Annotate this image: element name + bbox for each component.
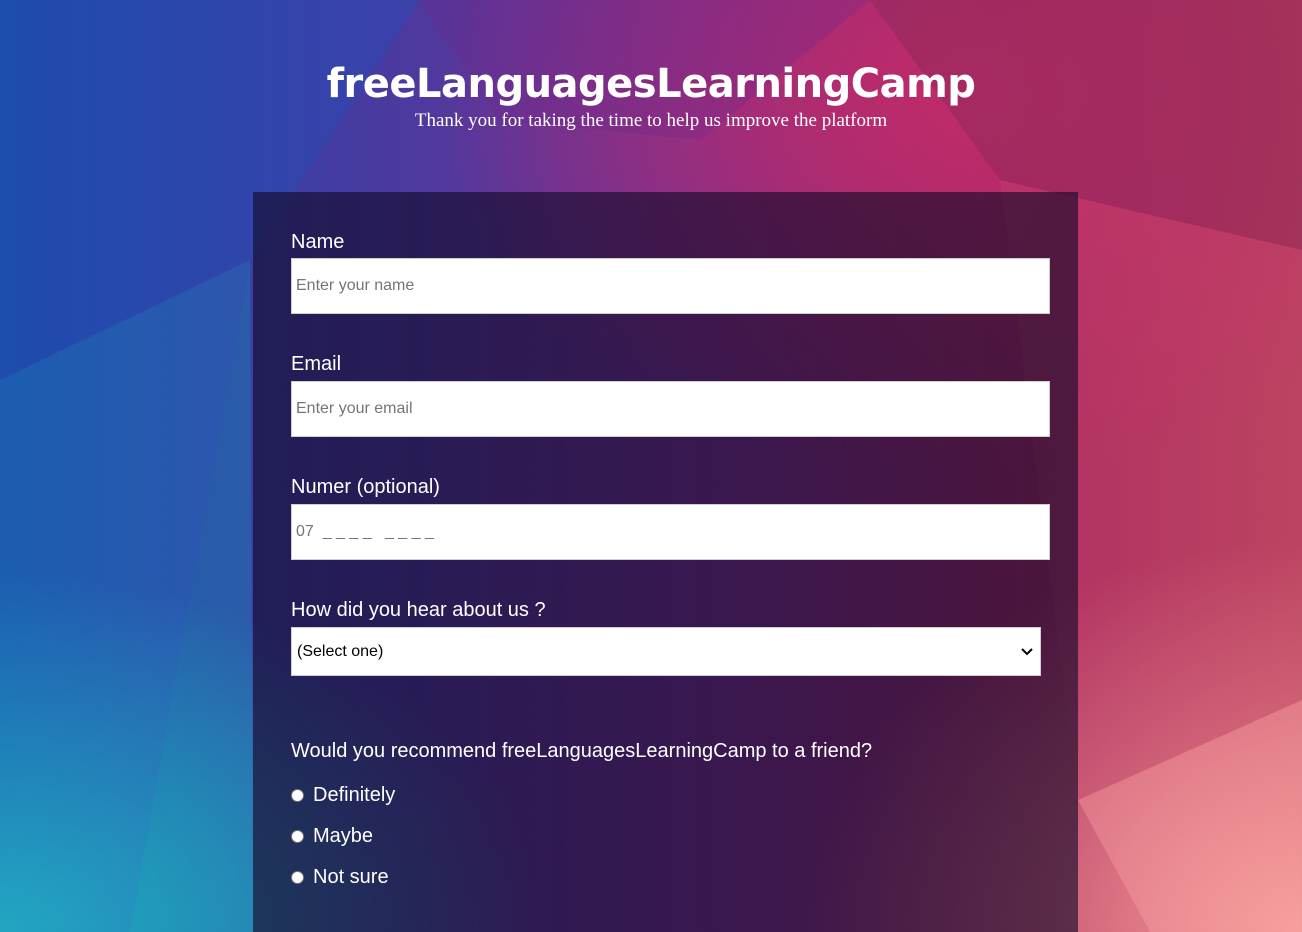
name-label: Name [291, 231, 345, 253]
radio-button[interactable] [291, 788, 304, 802]
recommend-question: Would you recommend freeLanguagesLearnin… [291, 740, 873, 762]
survey-form-panel: Name Email Numer (optional) How did you … [253, 192, 1078, 932]
radio-label: Not sure [313, 866, 389, 888]
source-select[interactable]: (Select one) [291, 627, 1041, 676]
page-title: freeLanguagesLearningCamp [326, 61, 976, 107]
radio-label: Definitely [313, 784, 396, 806]
radio-option-definitely[interactable]: Definitely [291, 783, 395, 807]
source-label: How did you hear about us ? [291, 599, 546, 621]
number-input[interactable] [291, 504, 1050, 560]
chevron-down-icon [1020, 642, 1034, 662]
radio-label: Maybe [313, 825, 374, 847]
source-select-value: (Select one) [297, 643, 384, 660]
radio-button[interactable] [291, 870, 304, 884]
number-label: Numer (optional) [291, 476, 440, 498]
email-input[interactable] [291, 381, 1050, 437]
page-subtitle: Thank you for taking the time to help us… [414, 110, 888, 131]
radio-button[interactable] [291, 829, 304, 843]
name-input[interactable] [291, 258, 1050, 314]
email-label: Email [291, 353, 342, 375]
radio-option-maybe[interactable]: Maybe [291, 824, 373, 848]
page-header: freeLanguagesLearningCamp Thank you for … [0, 58, 1302, 132]
radio-option-not-sure[interactable]: Not sure [291, 865, 389, 889]
